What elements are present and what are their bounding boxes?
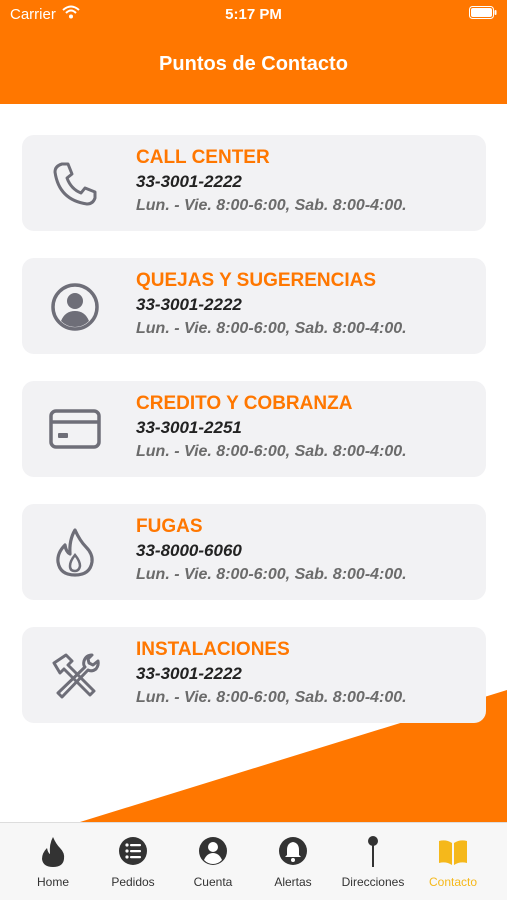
tab-contacto[interactable]: Contacto: [411, 823, 495, 900]
tab-pedidos[interactable]: Pedidos: [91, 823, 175, 900]
contact-phone[interactable]: 33-3001-2251: [136, 418, 242, 438]
contact-title: CALL CENTER: [136, 147, 270, 168]
contact-hours: Lun. - Vie. 8:00-6:00, Sab. 8:00-4:00.: [136, 320, 407, 337]
tab-alertas[interactable]: Alertas: [251, 823, 335, 900]
contact-card-fugas[interactable]: FUGAS 33-8000-6060 Lun. - Vie. 8:00-6:00…: [22, 504, 486, 600]
tab-cuenta[interactable]: Cuenta: [171, 823, 255, 900]
contact-phone[interactable]: 33-3001-2222: [136, 664, 242, 684]
flame-icon: [42, 837, 65, 867]
contact-card-call-center[interactable]: CALL CENTER 33-3001-2222 Lun. - Vie. 8:0…: [22, 135, 486, 231]
tab-label: Alertas: [274, 875, 312, 889]
contact-title: FUGAS: [136, 516, 203, 537]
contact-title: QUEJAS Y SUGERENCIAS: [136, 270, 377, 291]
contact-phone[interactable]: 33-8000-6060: [136, 541, 242, 561]
user-circle-icon: [51, 283, 99, 331]
tab-label: Pedidos: [111, 875, 155, 889]
tab-bar: Home Pedidos Cuenta Alertas Direcciones …: [0, 822, 507, 900]
bell-icon: [279, 837, 307, 865]
contact-title: INSTALACIONES: [136, 639, 290, 660]
tab-label: Cuenta: [193, 875, 233, 889]
list-icon: [119, 837, 147, 865]
contact-phone[interactable]: 33-3001-2222: [136, 295, 242, 315]
contact-hours: Lun. - Vie. 8:00-6:00, Sab. 8:00-4:00.: [136, 689, 407, 706]
contact-phone[interactable]: 33-3001-2222: [136, 172, 242, 192]
contact-card-instalaciones[interactable]: INSTALACIONES 33-3001-2222 Lun. - Vie. 8…: [22, 627, 486, 723]
contact-card-quejas[interactable]: QUEJAS Y SUGERENCIAS 33-3001-2222 Lun. -…: [22, 258, 486, 354]
tab-label: Home: [36, 875, 69, 889]
book-icon: [439, 840, 467, 865]
tab-home[interactable]: Home: [11, 823, 95, 900]
tab-direcciones[interactable]: Direcciones: [331, 823, 415, 900]
contact-hours: Lun. - Vie. 8:00-6:00, Sab. 8:00-4:00.: [136, 443, 407, 460]
flame-icon: [56, 528, 94, 577]
tools-icon: [52, 653, 100, 699]
contact-title: CREDITO Y COBRANZA: [136, 393, 353, 414]
phone-icon: [53, 162, 97, 206]
tab-label: Contacto: [428, 875, 478, 889]
account-icon: [199, 837, 227, 865]
contact-hours: Lun. - Vie. 8:00-6:00, Sab. 8:00-4:00.: [136, 197, 407, 214]
tab-label: Direcciones: [341, 875, 405, 889]
pin-icon: [368, 836, 378, 867]
contact-card-credito[interactable]: CREDITO Y COBRANZA 33-3001-2251 Lun. - V…: [22, 381, 486, 477]
contact-hours: Lun. - Vie. 8:00-6:00, Sab. 8:00-4:00.: [136, 566, 407, 583]
credit-card-icon: [49, 409, 101, 449]
